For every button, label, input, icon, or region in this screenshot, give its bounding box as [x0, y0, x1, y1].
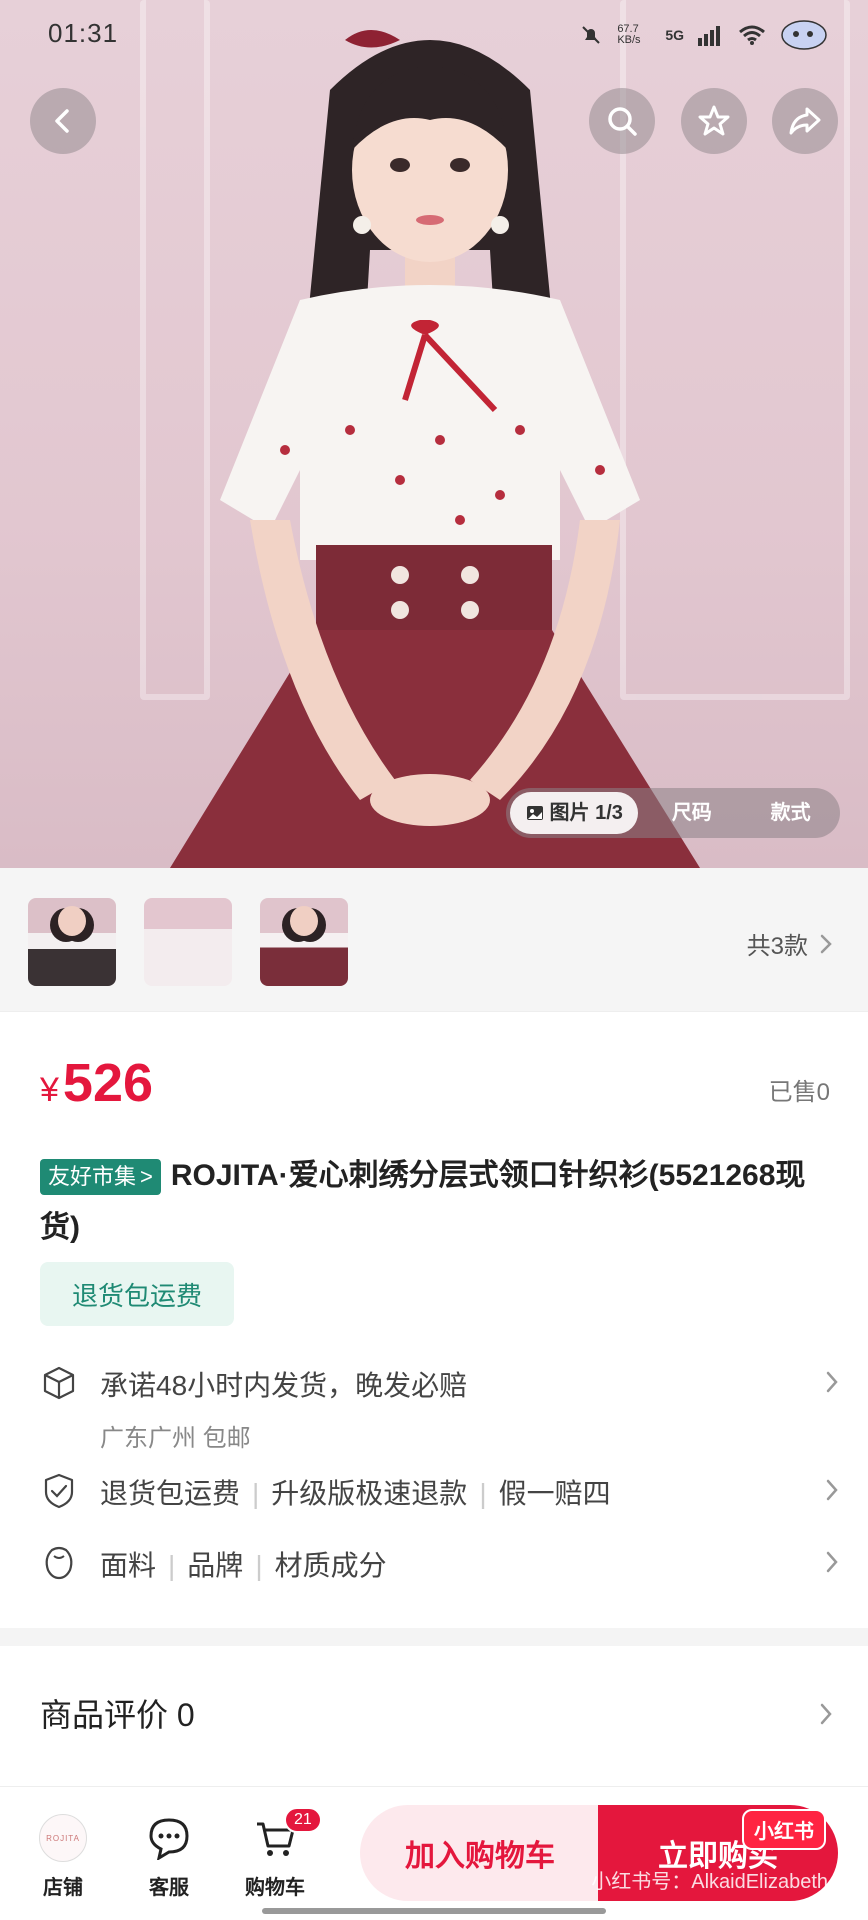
- chat-bubble-icon: [149, 1818, 189, 1860]
- image-icon: [526, 806, 543, 820]
- bell-muted-icon: [582, 26, 601, 44]
- back-button[interactable]: [30, 88, 96, 154]
- price-currency: ¥: [40, 1071, 59, 1109]
- shield-check-icon: [44, 1473, 74, 1509]
- chevron-left-icon: [55, 109, 69, 133]
- info-brand: 品牌: [187, 1550, 244, 1581]
- shipping-promise-text: 承诺48小时内发货，晚发必赔: [100, 1370, 468, 1401]
- product-title-block: 友好市集 > ROJITA·爱心刺绣分层式领口针织衫(5521268现货): [40, 1150, 840, 1254]
- cart-label: 购物车: [245, 1877, 305, 1899]
- share-button[interactable]: [772, 88, 838, 154]
- shipping-promise-row[interactable]: 承诺48小时内发货，晚发必赔 广东广州 包邮: [40, 1364, 840, 1453]
- variant-thumbnail-strip: 共3款: [0, 868, 868, 1012]
- status-icons: 67.7 KB/s 5G: [579, 18, 828, 52]
- favorite-button[interactable]: [681, 88, 747, 154]
- chevron-right-icon: [820, 1703, 832, 1725]
- price-value: 526: [62, 1053, 154, 1113]
- refund-badge: 退货包运费: [40, 1262, 234, 1326]
- guarantee-fast-refund: 升级版极速退款: [271, 1478, 468, 1509]
- sold-count: 已售0: [768, 1079, 830, 1106]
- tab-styles[interactable]: 款式: [741, 788, 840, 838]
- chevron-right-icon: [826, 1371, 838, 1393]
- guarantee-row[interactable]: 退货包运费 | 升级版极速退款 | 假一赔四: [40, 1472, 840, 1512]
- product-detail-page: 01:31 67.7 KB/s 5G 图片 1/3 尺码 款式 共3款 ¥ 52…: [0, 0, 868, 1920]
- variant-thumbnail[interactable]: [28, 898, 116, 986]
- market-tag[interactable]: 友好市集 >: [40, 1159, 161, 1196]
- chevron-right-icon: [820, 934, 832, 953]
- store-label: 店铺: [43, 1877, 83, 1899]
- chevron-right-icon: [826, 1479, 838, 1501]
- image-tab-switcher: 图片 1/3 尺码 款式: [506, 788, 840, 838]
- reviews-header[interactable]: 商品评价 0: [40, 1690, 195, 1736]
- market-tag-label: 友好市集: [48, 1164, 137, 1190]
- box-icon: [43, 1366, 75, 1400]
- status-time: 01:31: [48, 18, 119, 48]
- variants-label: 共3款: [746, 933, 808, 960]
- tab-size[interactable]: 尺码: [642, 788, 741, 838]
- bottom-action-bar: ROJITA 店铺 客服 21 购物车 加入购物车 立即购买 小红书 小红书号：…: [0, 1786, 868, 1920]
- tab-images-label: 图片 1/3: [549, 802, 623, 824]
- separator: |: [255, 1550, 263, 1581]
- cart-button[interactable]: 21 购物车: [230, 1807, 322, 1900]
- info-fabric: 面料: [100, 1550, 157, 1581]
- watermark-logo: 小红书: [742, 1809, 826, 1850]
- separator: |: [479, 1478, 487, 1509]
- network-type: 5G: [665, 27, 684, 43]
- chevron-right-icon: [826, 1551, 838, 1573]
- info-material: 材质成分: [274, 1550, 387, 1581]
- customer-service-label: 客服: [149, 1877, 189, 1899]
- shipping-origin-text: 广东广州 包邮: [100, 1425, 251, 1452]
- tab-images[interactable]: 图片 1/3: [510, 792, 639, 834]
- guarantee-return-shipping: 退货包运费: [100, 1478, 241, 1509]
- star-icon: [698, 105, 730, 136]
- battery-cute-icon: [781, 20, 827, 50]
- fabric-icon: [45, 1546, 73, 1580]
- watermark-text: 小红书号：AlkaidElizabeth: [591, 1871, 828, 1893]
- variant-thumbnail[interactable]: [260, 898, 348, 986]
- search-icon: [608, 107, 637, 136]
- fabric-info-row[interactable]: 面料 | 品牌 | 材质成分: [40, 1544, 840, 1584]
- market-tag-arrow: >: [140, 1164, 153, 1190]
- signal-icon: [698, 26, 720, 46]
- price: ¥ 526: [40, 1052, 153, 1114]
- variant-thumbnail[interactable]: [144, 898, 232, 986]
- customer-service-button[interactable]: 客服: [124, 1813, 214, 1900]
- separator: |: [168, 1550, 176, 1581]
- share-icon: [789, 107, 821, 135]
- store-logo: ROJITA: [39, 1814, 87, 1862]
- net-speed: 67.7 KB/s: [617, 23, 641, 46]
- store-button[interactable]: ROJITA 店铺: [18, 1813, 108, 1900]
- home-indicator[interactable]: [262, 1908, 606, 1914]
- product-hero-image[interactable]: 01:31 67.7 KB/s 5G 图片 1/3 尺码 款式: [0, 0, 868, 868]
- separator: |: [252, 1478, 260, 1509]
- add-to-cart-button[interactable]: 加入购物车: [360, 1805, 600, 1901]
- variants-link[interactable]: 共3款: [747, 926, 834, 961]
- status-bar: 01:31 67.7 KB/s 5G: [0, 0, 868, 70]
- guarantee-fake-compensation: 假一赔四: [498, 1478, 611, 1509]
- wifi-icon: [739, 25, 765, 45]
- section-divider: [0, 1628, 868, 1646]
- search-button[interactable]: [589, 88, 655, 154]
- cart-count-badge: 21: [284, 1807, 322, 1833]
